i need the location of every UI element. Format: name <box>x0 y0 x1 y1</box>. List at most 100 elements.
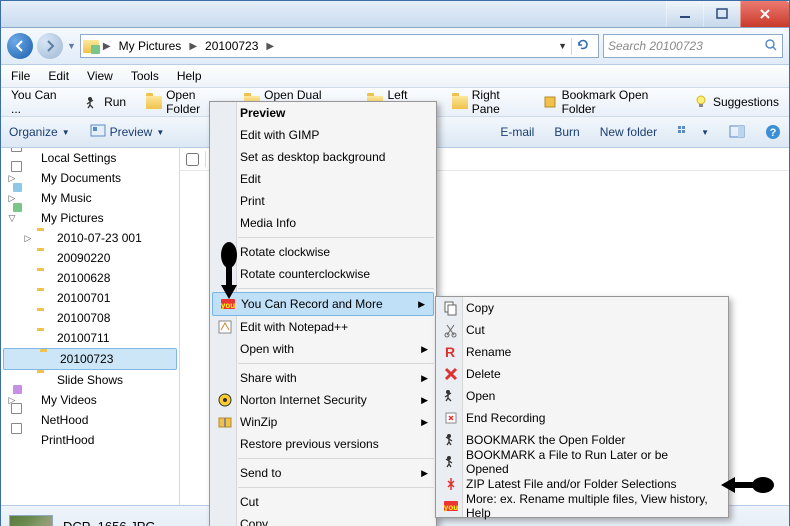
pictures-folder-icon <box>83 38 99 54</box>
menu-item-label: Cut <box>466 323 485 337</box>
annotation-arrow-2 <box>719 473 775 497</box>
menu-item[interactable]: Delete <box>436 363 728 385</box>
tree-item[interactable]: 20090220 <box>1 248 179 268</box>
tree-item-label: 20100701 <box>57 291 110 305</box>
menu-item-label: Copy <box>466 301 494 315</box>
menu-item-label: Open with <box>240 342 294 356</box>
select-all-checkbox[interactable] <box>186 153 199 166</box>
back-button[interactable] <box>7 33 33 59</box>
tree-item[interactable]: ▷2010-07-23 001 <box>1 228 179 248</box>
preview-pane-button[interactable] <box>729 125 745 139</box>
menu-item[interactable]: Set as desktop background <box>210 146 436 168</box>
tree-item[interactable]: ▷My Music <box>1 188 179 208</box>
menu-edit[interactable]: Edit <box>48 69 69 83</box>
help-button[interactable]: ? <box>765 124 781 140</box>
menu-item[interactable]: Rotate clockwise <box>210 241 436 263</box>
organize-button[interactable]: Organize ▼ <box>9 125 70 139</box>
menu-help[interactable]: Help <box>177 69 202 83</box>
menu-tools[interactable]: Tools <box>131 69 159 83</box>
folder-icon <box>21 433 37 447</box>
menu-item[interactable]: BOOKMARK a File to Run Later or be Opene… <box>436 451 728 473</box>
menu-item-label: Norton Internet Security <box>240 393 367 407</box>
tree-item[interactable]: ▷My Documents <box>1 168 179 188</box>
tree-item[interactable]: PrintHood <box>1 430 179 450</box>
preview-button[interactable]: Preview ▼ <box>90 124 165 141</box>
menu-item[interactable]: Norton Internet Security▶ <box>210 389 436 411</box>
expand-twisty-icon[interactable]: ▷ <box>7 193 17 204</box>
close-button[interactable] <box>740 1 789 27</box>
tree-item[interactable]: 20100723 <box>3 348 177 370</box>
maximize-button[interactable] <box>703 1 740 27</box>
tree-item-label: 20100708 <box>57 311 110 325</box>
menu-item[interactable]: Media Info <box>210 212 436 234</box>
toolbar-youcan[interactable]: You Can ... <box>7 86 68 118</box>
menu-item[interactable]: Cut <box>436 319 728 341</box>
breadcrumb-separator-icon[interactable]: ▶ <box>101 41 113 52</box>
toolbar-bookmark[interactable]: Bookmark Open Folder <box>539 86 677 118</box>
tree-item[interactable]: 20100711 <box>1 328 179 348</box>
tree-item[interactable]: NetHood <box>1 410 179 430</box>
menu-item[interactable]: RRename <box>436 341 728 363</box>
toolbar-run[interactable]: Run <box>80 92 130 112</box>
folder-tree[interactable]: Local Settings ▷My Documents▷My Music▽My … <box>1 148 180 505</box>
tree-item[interactable]: 20100708 <box>1 308 179 328</box>
newfolder-button[interactable]: New folder <box>600 125 657 139</box>
tree-item[interactable]: ▽My Pictures <box>1 208 179 228</box>
menu-item[interactable]: Copy <box>436 297 728 319</box>
history-dropdown-icon[interactable]: ▼ <box>67 41 76 51</box>
breadcrumb-seg-2[interactable]: 20100723 <box>201 36 262 56</box>
toolbar-suggestions[interactable]: Suggestions <box>689 92 783 112</box>
menu-item[interactable]: WinZip▶ <box>210 411 436 433</box>
menu-item[interactable]: Restore previous versions <box>210 433 436 455</box>
refresh-button[interactable] <box>571 38 594 55</box>
toolbar-rightpane[interactable]: Right Pane <box>448 86 527 118</box>
email-button[interactable]: E-mail <box>500 125 534 139</box>
menu-item[interactable]: Open with▶ <box>210 338 436 360</box>
tree-item[interactable]: ▷My Videos <box>1 390 179 410</box>
bookmark-icon <box>543 94 557 110</box>
minimize-button[interactable] <box>666 1 703 27</box>
menu-item[interactable]: End Recording <box>436 407 728 429</box>
tree-item-label: NetHood <box>41 413 88 427</box>
context-menu-1: PreviewEdit with GIMPSet as desktop back… <box>209 101 437 526</box>
folder-icon <box>37 331 53 345</box>
breadcrumb-separator-icon[interactable]: ▶ <box>264 41 276 52</box>
explorer-window: ▼ ▶ My Pictures ▶ 20100723 ▶ ▼ Search 20… <box>0 0 790 526</box>
menu-item[interactable]: Copy <box>210 513 436 526</box>
menu-item[interactable]: Open <box>436 385 728 407</box>
menu-item[interactable]: Send to▶ <box>210 462 436 484</box>
tree-item-label: Local Settings <box>41 151 116 165</box>
address-bar[interactable]: ▶ My Pictures ▶ 20100723 ▶ ▼ <box>80 34 599 58</box>
expand-twisty-icon[interactable]: ▽ <box>7 213 17 224</box>
tree-item[interactable]: Local Settings <box>1 148 179 168</box>
breadcrumb-seg-1[interactable]: My Pictures <box>115 36 186 56</box>
menu-item[interactable]: Edit with GIMP <box>210 124 436 146</box>
tree-item[interactable]: 20100628 <box>1 268 179 288</box>
menu-item[interactable]: Edit <box>210 168 436 190</box>
forward-button[interactable] <box>37 33 63 59</box>
folder-icon <box>37 291 53 305</box>
nav-bar: ▼ ▶ My Pictures ▶ 20100723 ▶ ▼ Search 20… <box>1 28 789 65</box>
burn-button[interactable]: Burn <box>554 125 579 139</box>
expand-twisty-icon[interactable]: ▷ <box>7 173 17 184</box>
menu-file[interactable]: File <box>11 69 30 83</box>
search-input[interactable]: Search 20100723 <box>603 34 783 58</box>
menu-item[interactable]: Rotate counterclockwise <box>210 263 436 285</box>
view-options-button[interactable]: ▼ <box>677 125 709 139</box>
menu-item[interactable]: Cut <box>210 491 436 513</box>
breadcrumb-separator-icon[interactable]: ▶ <box>187 41 199 52</box>
menu-item[interactable]: Share with▶ <box>210 367 436 389</box>
menu-item[interactable]: youYou Can Record and More▶ <box>212 292 434 316</box>
menu-item-label: Open <box>466 389 495 403</box>
menu-view[interactable]: View <box>87 69 113 83</box>
expand-twisty-icon[interactable]: ▷ <box>23 233 33 244</box>
menu-item[interactable]: youMore: ex. Rename multiple files, View… <box>436 495 728 517</box>
tree-item[interactable]: 20100701 <box>1 288 179 308</box>
address-dropdown-icon[interactable]: ▼ <box>558 41 567 51</box>
menu-item[interactable]: Print <box>210 190 436 212</box>
menu-item[interactable]: Edit with Notepad++ <box>210 316 436 338</box>
menu-item[interactable]: Preview <box>210 102 436 124</box>
tree-item[interactable]: Slide Shows <box>1 370 179 390</box>
folder-icon <box>21 171 37 185</box>
bmfile-icon <box>442 453 460 471</box>
